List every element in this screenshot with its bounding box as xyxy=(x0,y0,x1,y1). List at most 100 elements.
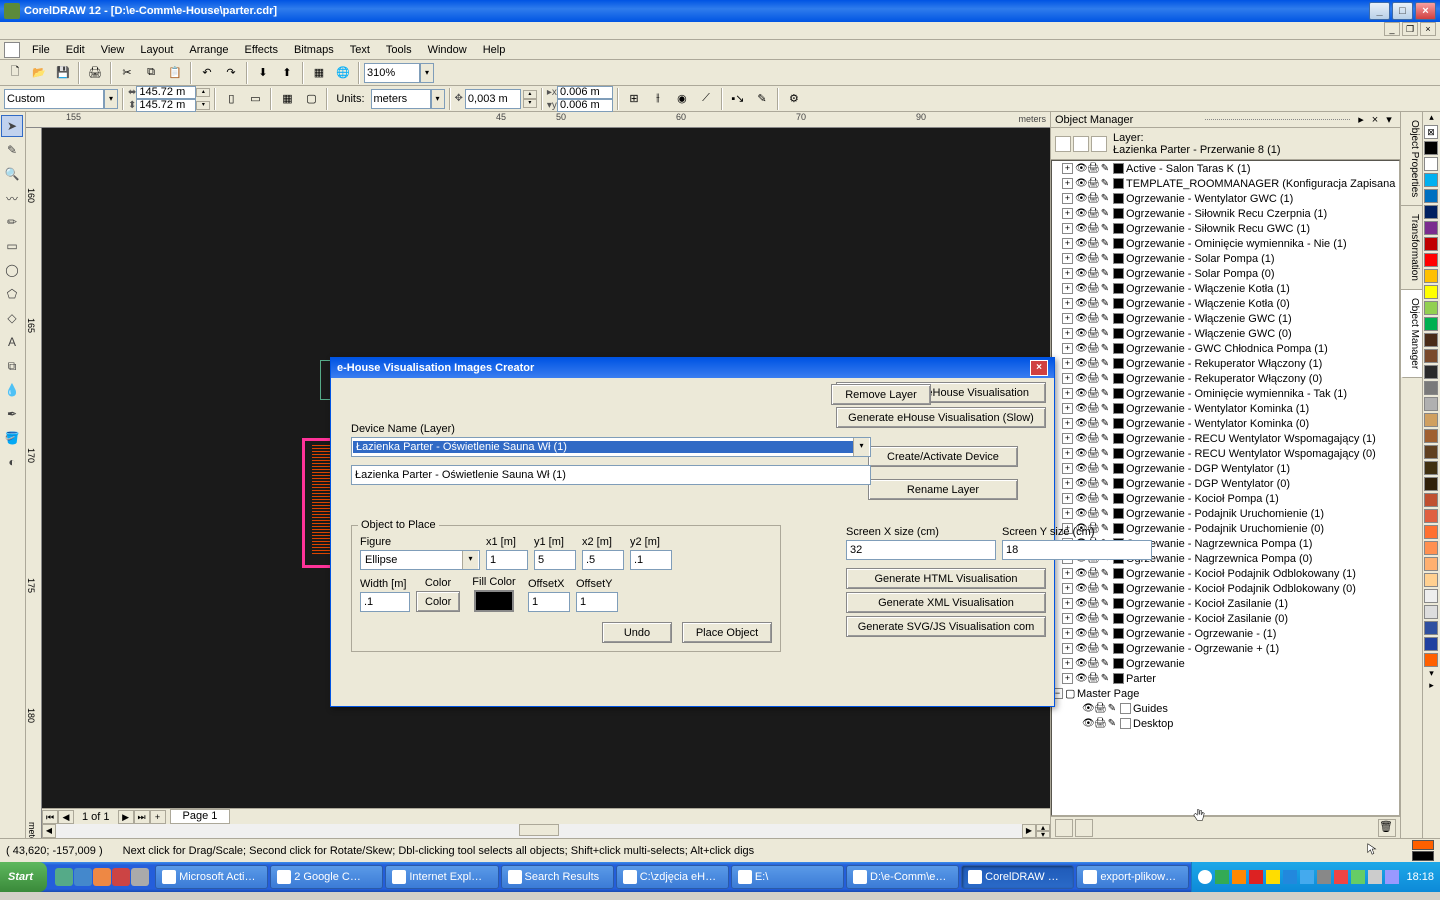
visible-icon[interactable]: 👁 xyxy=(1075,493,1087,505)
edit-icon[interactable]: ✎ xyxy=(1099,178,1111,190)
edit-icon[interactable]: ✎ xyxy=(1099,328,1111,340)
docker-close-icon[interactable]: × xyxy=(1368,114,1382,126)
figure-select[interactable]: Ellipse ▾ xyxy=(360,550,480,570)
color-swatch[interactable] xyxy=(1424,381,1438,395)
docker-expand-icon[interactable]: ▾ xyxy=(1382,113,1396,126)
print-icon[interactable]: 🖨 xyxy=(1087,433,1099,445)
print-icon[interactable]: 🖨 xyxy=(1087,658,1099,670)
layer-color-swatch[interactable] xyxy=(1113,508,1124,519)
layer-color-swatch[interactable] xyxy=(1113,448,1124,459)
ql-icon[interactable] xyxy=(93,868,111,886)
edit-icon[interactable]: ✎ xyxy=(1099,313,1111,325)
expand-icon[interactable]: + xyxy=(1062,478,1073,489)
tray-icon[interactable] xyxy=(1198,870,1212,884)
visible-icon[interactable]: 👁 xyxy=(1075,178,1087,190)
dup-x[interactable] xyxy=(557,86,613,99)
place-object-button[interactable]: Place Object xyxy=(682,622,772,643)
ruler-horizontal[interactable]: meters 155 45 50 60 70 90 xyxy=(26,112,1050,128)
layer-color-swatch[interactable] xyxy=(1113,478,1124,489)
visible-icon[interactable]: 👁 xyxy=(1075,598,1087,610)
y1-input[interactable] xyxy=(534,550,576,570)
offsetx-input[interactable] xyxy=(528,592,570,612)
print-icon[interactable]: 🖨 xyxy=(1094,718,1106,730)
expand-icon[interactable]: + xyxy=(1062,343,1073,354)
treat-as-filled-icon[interactable]: ▪↘ xyxy=(727,88,749,110)
print-icon[interactable]: 🖨 xyxy=(1087,163,1099,175)
color-swatch[interactable] xyxy=(1424,365,1438,379)
visible-icon[interactable]: 👁 xyxy=(1075,163,1087,175)
freehand-tool-icon[interactable]: 〰 xyxy=(1,187,23,209)
spin-down[interactable]: ▾ xyxy=(523,99,537,108)
color-swatch[interactable] xyxy=(1424,589,1438,603)
ellipse-tool-icon[interactable]: ◯ xyxy=(1,259,23,281)
spin-down[interactable]: ▾ xyxy=(196,101,210,110)
expand-icon[interactable]: + xyxy=(1062,628,1073,639)
remove-layer-button[interactable]: Remove Layer xyxy=(831,384,931,405)
edit-icon[interactable]: ✎ xyxy=(1099,643,1111,655)
color-button[interactable]: Color xyxy=(416,591,460,612)
print-icon[interactable]: 🖨 xyxy=(84,62,106,84)
edit-icon[interactable]: ✎ xyxy=(1099,613,1111,625)
layer-row[interactable]: +👁🖨✎Ogrzewanie - Wentylator Kominka (1) xyxy=(1052,401,1399,416)
color-swatch[interactable] xyxy=(1424,461,1438,475)
layer-color-swatch[interactable] xyxy=(1113,433,1124,444)
expand-icon[interactable]: + xyxy=(1062,598,1073,609)
visible-icon[interactable]: 👁 xyxy=(1075,658,1087,670)
tab-transformation[interactable]: Transformation xyxy=(1401,206,1422,290)
visible-icon[interactable]: 👁 xyxy=(1075,628,1087,640)
edit-icon[interactable]: ✎ xyxy=(1099,493,1111,505)
snap-to-grid-icon[interactable]: ⊞ xyxy=(623,88,645,110)
print-icon[interactable]: 🖨 xyxy=(1087,643,1099,655)
layer-row[interactable]: +👁🖨✎Ogrzewanie - RECU Wentylator Wspomag… xyxy=(1052,431,1399,446)
expand-icon[interactable]: + xyxy=(1062,178,1073,189)
layer-color-swatch[interactable] xyxy=(1113,463,1124,474)
fill-color-swatch[interactable] xyxy=(474,590,514,612)
layer-row[interactable]: +👁🖨✎Ogrzewanie - Włączenie GWC (1) xyxy=(1052,311,1399,326)
color-swatch[interactable] xyxy=(1424,237,1438,251)
layer-color-swatch[interactable] xyxy=(1113,208,1124,219)
shape-tool-icon[interactable]: ✎ xyxy=(1,139,23,161)
delete-layer-icon[interactable]: 🗑 xyxy=(1378,819,1396,837)
visible-icon[interactable]: 👁 xyxy=(1075,388,1087,400)
print-icon[interactable]: 🖨 xyxy=(1087,373,1099,385)
tray-icon[interactable] xyxy=(1368,870,1382,884)
app-launcher-icon[interactable]: ▦ xyxy=(308,62,330,84)
chevron-down-icon[interactable]: ▾ xyxy=(431,89,445,109)
zoom-combo[interactable]: ▾ xyxy=(364,63,434,83)
snap-to-objects-icon[interactable]: ◉ xyxy=(671,88,693,110)
print-icon[interactable]: 🖨 xyxy=(1087,568,1099,580)
nav-down-icon[interactable]: ▾ xyxy=(1036,831,1050,838)
expand-icon[interactable]: + xyxy=(1062,403,1073,414)
menu-help[interactable]: Help xyxy=(475,42,514,58)
chevron-down-icon[interactable]: ▾ xyxy=(420,63,434,83)
corel-online-icon[interactable]: 🌐 xyxy=(332,62,354,84)
palette-down-icon[interactable]: ▾ xyxy=(1423,668,1440,680)
edit-icon[interactable]: ✎ xyxy=(1099,418,1111,430)
edit-icon[interactable]: ✎ xyxy=(1099,628,1111,640)
dup-y[interactable] xyxy=(557,99,613,112)
new-master-layer-icon[interactable] xyxy=(1075,819,1093,837)
layer-color-swatch[interactable] xyxy=(1113,163,1124,174)
portrait-icon[interactable]: ▯ xyxy=(220,88,242,110)
current-page-icon[interactable]: ▢ xyxy=(300,88,322,110)
paper-preset[interactable] xyxy=(4,89,104,109)
smart-draw-icon[interactable]: ✏ xyxy=(1,211,23,233)
edit-icon[interactable]: ✎ xyxy=(1099,253,1111,265)
x1-input[interactable] xyxy=(486,550,528,570)
color-swatch[interactable] xyxy=(1424,637,1438,651)
spin-up[interactable]: ▴ xyxy=(196,88,210,97)
menu-window[interactable]: Window xyxy=(420,42,475,58)
visible-icon[interactable]: 👁 xyxy=(1075,613,1087,625)
expand-icon[interactable]: + xyxy=(1062,613,1073,624)
layer-tree[interactable]: +👁🖨✎Active - Salon Taras K (1)+👁🖨✎TEMPLA… xyxy=(1051,160,1400,816)
layer-color-swatch[interactable] xyxy=(1113,583,1124,594)
color-swatch[interactable] xyxy=(1424,621,1438,635)
visible-icon[interactable]: 👁 xyxy=(1075,673,1087,685)
expand-icon[interactable]: + xyxy=(1062,298,1073,309)
dialog-titlebar[interactable]: e-House Visualisation Images Creator × xyxy=(331,358,1054,378)
visible-icon[interactable]: 👁 xyxy=(1075,358,1087,370)
color-swatch[interactable] xyxy=(1424,573,1438,587)
visible-icon[interactable]: 👁 xyxy=(1075,253,1087,265)
copy-icon[interactable]: ⧉ xyxy=(140,62,162,84)
ql-icon[interactable] xyxy=(74,868,92,886)
